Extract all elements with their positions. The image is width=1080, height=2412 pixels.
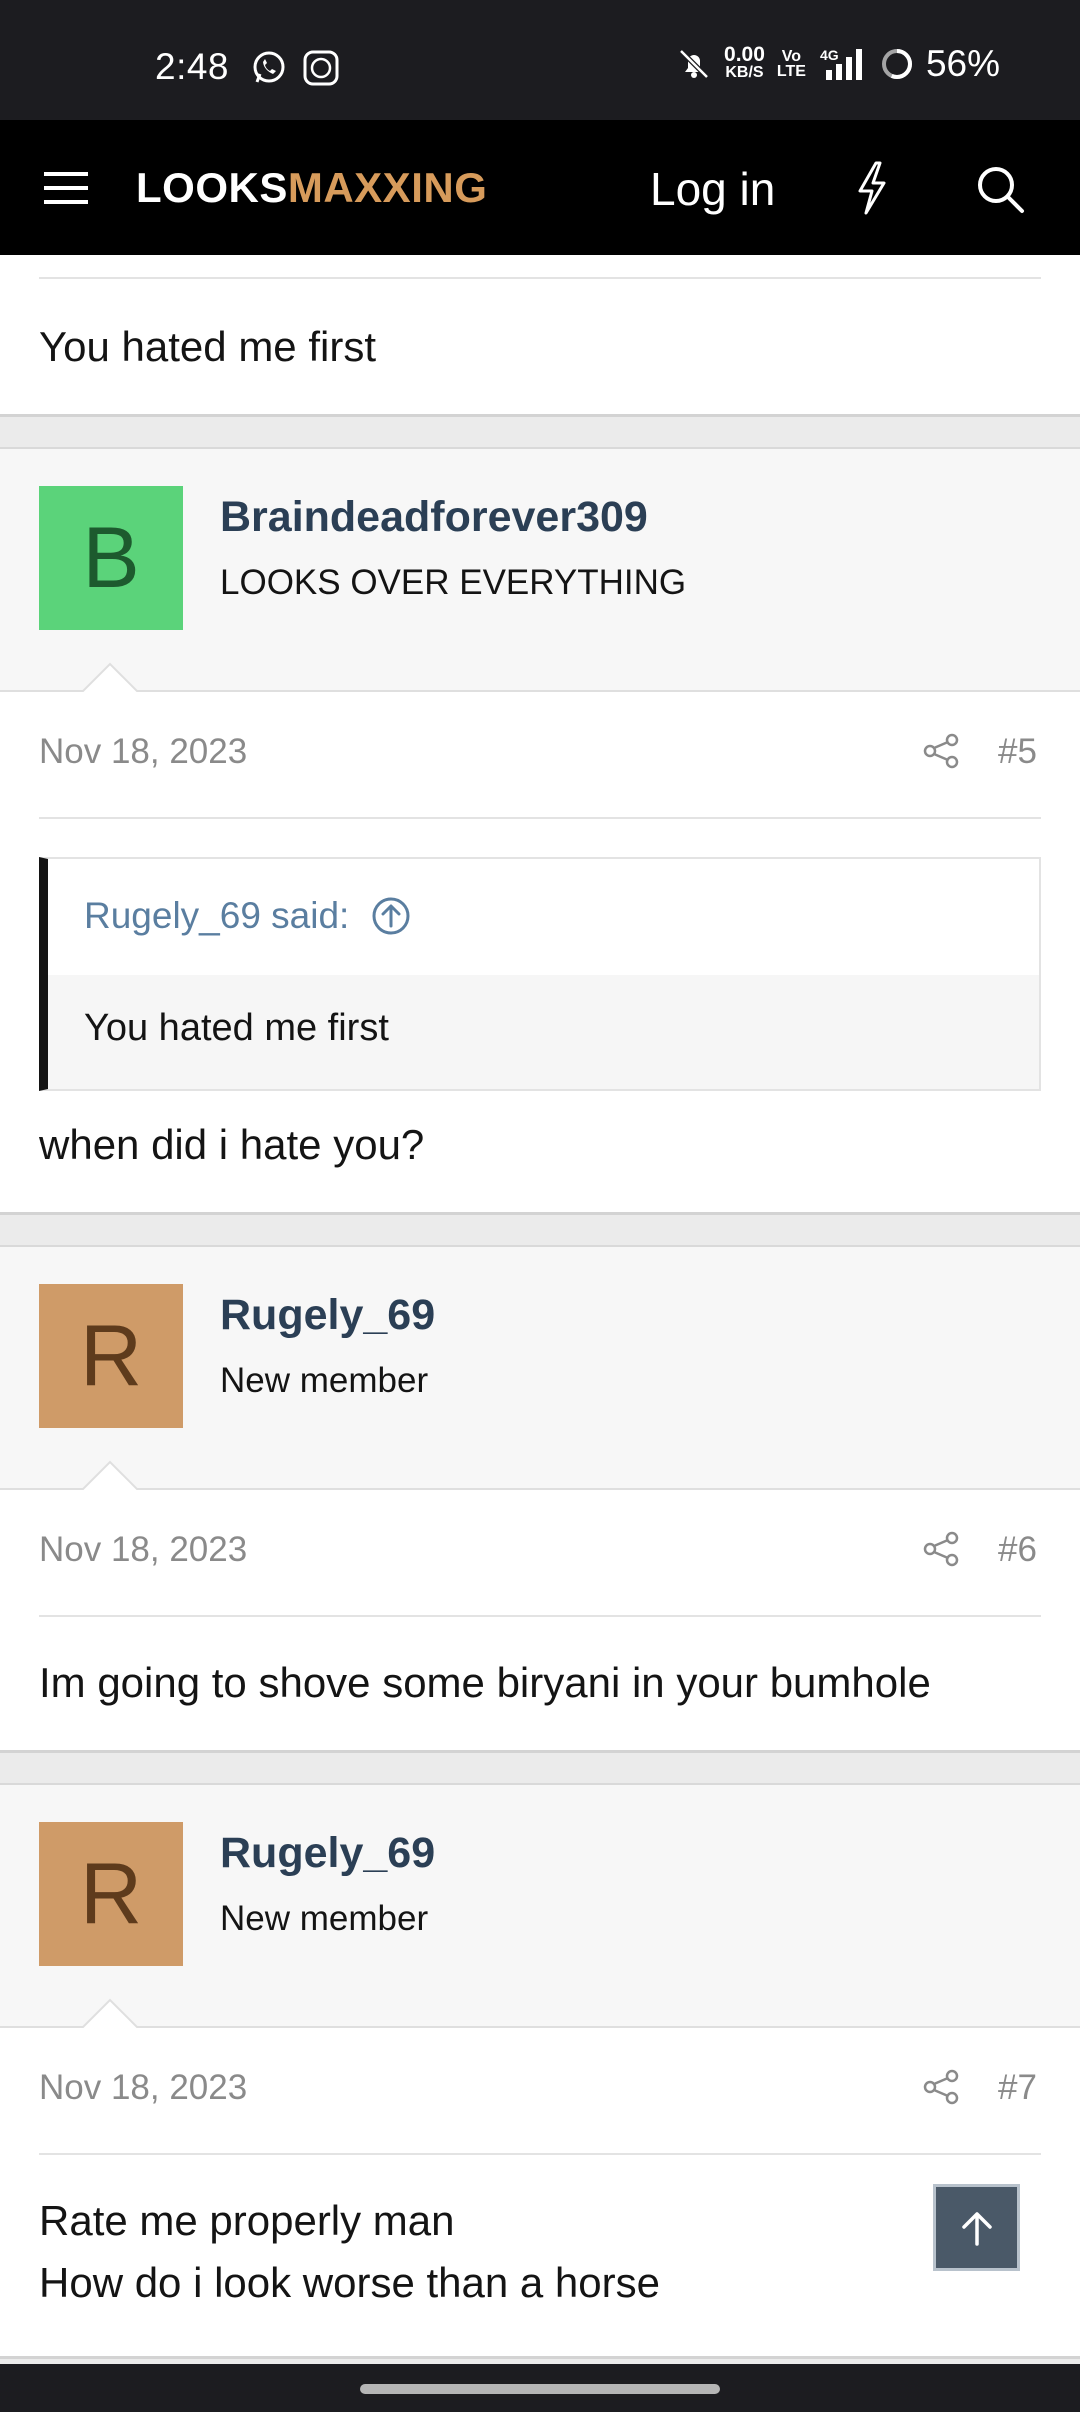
divider xyxy=(39,1615,1041,1617)
volte-indicator: Vo LTE xyxy=(776,48,806,80)
system-nav-bar xyxy=(0,2364,1080,2412)
user-info-bar: R Rugely_69 New member xyxy=(0,1785,1080,2030)
username-link[interactable]: Rugely_69 xyxy=(220,1291,435,1340)
post-meta: Nov 18, 2023 #7 xyxy=(0,2028,1080,2148)
post-date[interactable]: Nov 18, 2023 xyxy=(39,2068,247,2108)
user-info-bar: B Braindeadforever309 LOOKS OVER EVERYTH… xyxy=(0,449,1080,694)
home-gesture-handle[interactable] xyxy=(360,2384,720,2394)
post-meta: Nov 18, 2023 #6 xyxy=(0,1490,1080,1610)
message-text: You hated me first xyxy=(39,323,376,370)
pointer-triangle xyxy=(80,1460,140,1492)
user-title: New member xyxy=(220,1361,429,1400)
message-text-line: Rate me properly man xyxy=(39,2197,455,2244)
net-speed: 0.00 KB/S xyxy=(724,43,765,81)
share-icon[interactable] xyxy=(922,1530,960,1568)
status-right: 0.00 KB/S Vo LTE 4G 56% xyxy=(676,43,1000,84)
quote-author[interactable]: Rugely_69 said: xyxy=(84,895,349,937)
whatsapp-icon xyxy=(253,51,285,83)
arrow-up-icon xyxy=(961,2211,992,2246)
user-title: LOOKS OVER EVERYTHING xyxy=(220,563,687,602)
post-card-previous: You hated me first xyxy=(0,255,1080,417)
avatar[interactable]: B xyxy=(39,486,183,630)
post-date[interactable]: Nov 18, 2023 xyxy=(39,1530,247,1570)
message-text-line: How do i look worse than a horse xyxy=(39,2259,660,2306)
share-icon[interactable] xyxy=(922,2068,960,2106)
quote-block: Rugely_69 said: You hated me first xyxy=(39,857,1041,1091)
pointer-triangle xyxy=(80,662,140,694)
app-notification-icon xyxy=(303,50,339,86)
divider xyxy=(39,277,1041,279)
user-info-bar: R Rugely_69 New member xyxy=(0,1247,1080,1492)
status-time: 2:48 xyxy=(155,46,230,87)
status-bar: 2:48 0.00 KB/S Vo LTE 4G 56% xyxy=(0,0,1080,120)
username-link[interactable]: Rugely_69 xyxy=(220,1829,435,1878)
app-header: LOOKSMAXXING Log in xyxy=(0,120,1080,255)
svg-text:4G: 4G xyxy=(820,47,839,63)
message-text: Im going to shove some biryani in your b… xyxy=(39,1659,931,1706)
arrow-up-circle-icon[interactable] xyxy=(371,896,411,936)
post-number[interactable]: #5 xyxy=(998,732,1037,772)
post-meta: Nov 18, 2023 #5 xyxy=(0,692,1080,812)
avatar[interactable]: R xyxy=(39,1822,183,1966)
quote-body: You hated me first xyxy=(48,975,1039,1089)
post-card: R Rugely_69 New member Nov 18, 2023 #7 R… xyxy=(0,1783,1080,2359)
scroll-to-top-button[interactable] xyxy=(933,2184,1020,2271)
share-icon[interactable] xyxy=(922,732,960,770)
bolt-icon[interactable] xyxy=(852,160,892,216)
quote-header[interactable]: Rugely_69 said: xyxy=(84,895,411,937)
mute-bell-icon xyxy=(679,49,709,79)
site-logo[interactable]: LOOKSMAXXING xyxy=(136,164,487,212)
message-text: when did i hate you? xyxy=(39,1121,425,1168)
username-link[interactable]: Braindeadforever309 xyxy=(220,493,648,542)
divider xyxy=(39,817,1041,819)
post-date[interactable]: Nov 18, 2023 xyxy=(39,732,247,772)
search-icon[interactable] xyxy=(975,164,1025,214)
login-link[interactable]: Log in xyxy=(650,162,775,216)
quote-text: You hated me first xyxy=(84,1007,389,1049)
user-title: New member xyxy=(220,1899,429,1938)
divider xyxy=(39,2153,1041,2155)
signal-icon: 4G xyxy=(820,47,862,80)
avatar[interactable]: R xyxy=(39,1284,183,1428)
post-number[interactable]: #6 xyxy=(998,1530,1037,1570)
battery-ring-icon xyxy=(881,49,912,79)
hamburger-menu-icon[interactable] xyxy=(44,168,88,208)
battery-percent: 56% xyxy=(925,43,1000,84)
post-number[interactable]: #7 xyxy=(998,2068,1037,2108)
post-card: R Rugely_69 New member Nov 18, 2023 #6 I… xyxy=(0,1245,1080,1753)
post-card: B Braindeadforever309 LOOKS OVER EVERYTH… xyxy=(0,447,1080,1215)
pointer-triangle xyxy=(80,1998,140,2030)
